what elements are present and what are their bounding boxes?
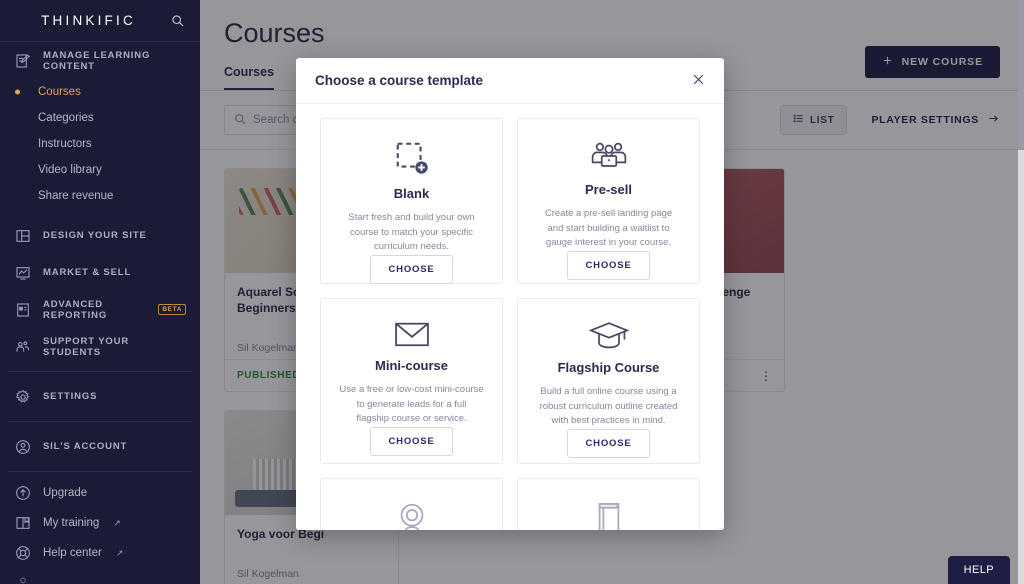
arrow-up-circle-icon [14,484,32,502]
active-dot-icon [15,89,20,95]
lifebuoy-icon [14,544,32,562]
sidebar-section-account[interactable]: SIL'S ACCOUNT [0,428,200,465]
graduation-cap-icon [588,319,629,351]
dashed-square-plus-icon [393,139,431,177]
choose-button[interactable]: CHOOSE [369,427,454,457]
template-card-book[interactable] [517,478,700,530]
template-description: Use a free or low-cost mini-course to ge… [339,384,484,425]
sidebar-link-label: My training [43,517,100,529]
layout-icon [14,227,32,245]
choose-button[interactable]: CHOOSE [566,429,651,459]
sidebar-item-my-training[interactable]: My training ↗ [0,508,200,538]
template-name: Blank [393,186,430,201]
modal-title: Choose a course template [315,73,484,88]
sidebar-divider [8,471,192,472]
group-people-icon [589,139,629,173]
sidebar-section-manage-learning-content[interactable]: MANAGE LEARNING CONTENT [0,42,200,79]
template-description: Start fresh and build your own course to… [348,212,475,253]
external-link-icon: ↗ [113,517,121,528]
sidebar: THINKIFIC MANAGE LEARNING CONTENT Course… [0,0,200,584]
book-icon [14,514,32,532]
scrollbar-thumb[interactable] [1018,0,1024,150]
template-card-webcam[interactable] [320,478,503,530]
sidebar-link-label: Help center [43,547,102,559]
sidebar-subitem-label: Courses [38,86,81,98]
template-card-mini-course[interactable]: Mini-course Use a free or low-cost mini-… [320,298,503,464]
sidebar-section-label: MARKET & SELL [43,267,132,278]
sidebar-section-market-and-sell[interactable]: MARKET & SELL [0,254,200,291]
sidebar-section-design-your-site[interactable]: DESIGN YOUR SITE [0,217,200,254]
app-root: THINKIFIC MANAGE LEARNING CONTENT Course… [0,0,1024,584]
template-grid: Blank Start fresh and build your own cou… [296,104,724,530]
sidebar-section-settings[interactable]: SETTINGS [0,378,200,415]
sidebar-section-label: MANAGE LEARNING CONTENT [43,49,151,72]
webcam-icon [393,499,431,530]
sidebar-subitem-label: Categories [38,112,94,124]
sidebar-section-support-your-students[interactable]: SUPPORT YOUR STUDENTS [0,328,200,365]
edit-document-icon [14,52,32,70]
template-name: Pre-sell [585,182,632,197]
help-button[interactable]: HELP [947,556,1010,584]
gear-icon [14,388,32,406]
sidebar-subitem-label: Video library [38,164,102,176]
template-description: Create a pre-sell landing page and start… [544,208,673,249]
template-card-pre-sell[interactable]: Pre-sell Create a pre-sell landing page … [517,118,700,284]
envelope-icon [393,319,431,349]
clipboard-icon [14,301,32,319]
template-card-blank[interactable]: Blank Start fresh and build your own cou… [320,118,503,285]
search-icon[interactable] [171,14,184,27]
sidebar-subitem-label: Instructors [38,138,92,150]
book-icon [594,499,624,530]
sidebar-item-upgrade[interactable]: Upgrade [0,478,200,508]
modal-header: Choose a course template [296,58,724,104]
sidebar-section-label: ADVANCED REPORTING [43,298,108,321]
brand-logo: THINKIFIC [41,13,136,28]
external-link-icon: ↗ [115,547,124,558]
choose-button[interactable]: CHOOSE [566,251,651,281]
template-card-flagship-course[interactable]: Flagship Course Build a full online cour… [517,298,700,464]
sidebar-item-share-revenue[interactable]: Share revenue [0,183,200,209]
sidebar-item-help-center[interactable]: Help center ↗ [0,538,200,568]
template-description: Build a full online course using a robus… [539,386,678,427]
sidebar-divider [8,371,192,372]
sidebar-divider [8,421,192,422]
user-icon [14,574,32,584]
sidebar-item-categories[interactable]: Categories [0,105,200,131]
sidebar-item-instructors[interactable]: Instructors [0,131,200,157]
sidebar-section-label: DESIGN YOUR SITE [43,230,147,241]
scrollbar[interactable] [1018,0,1024,584]
people-icon [14,338,32,356]
sidebar-subitem-label: Share revenue [38,190,114,202]
course-template-modal: Choose a course template Blank Start fre… [296,58,724,530]
sidebar-section-advanced-reporting[interactable]: ADVANCED REPORTING BETA [0,291,200,328]
close-icon[interactable] [692,73,705,89]
sidebar-link-label: Upgrade [43,487,88,499]
template-name: Flagship Course [557,360,660,375]
beta-badge: BETA [158,304,186,315]
choose-button[interactable]: CHOOSE [369,255,454,285]
chart-icon [14,264,32,282]
sidebar-section-label: SETTINGS [43,391,98,402]
sidebar-item-courses[interactable]: Courses [0,79,200,105]
sidebar-section-label: SIL'S ACCOUNT [43,441,128,452]
sidebar-brand: THINKIFIC [0,0,200,42]
user-circle-icon [14,438,32,456]
sidebar-item-video-library[interactable]: Video library [0,157,200,183]
template-name: Mini-course [375,358,448,373]
sidebar-section-label: SUPPORT YOUR STUDENTS [43,335,130,358]
sidebar-item-partial[interactable] [0,568,200,584]
